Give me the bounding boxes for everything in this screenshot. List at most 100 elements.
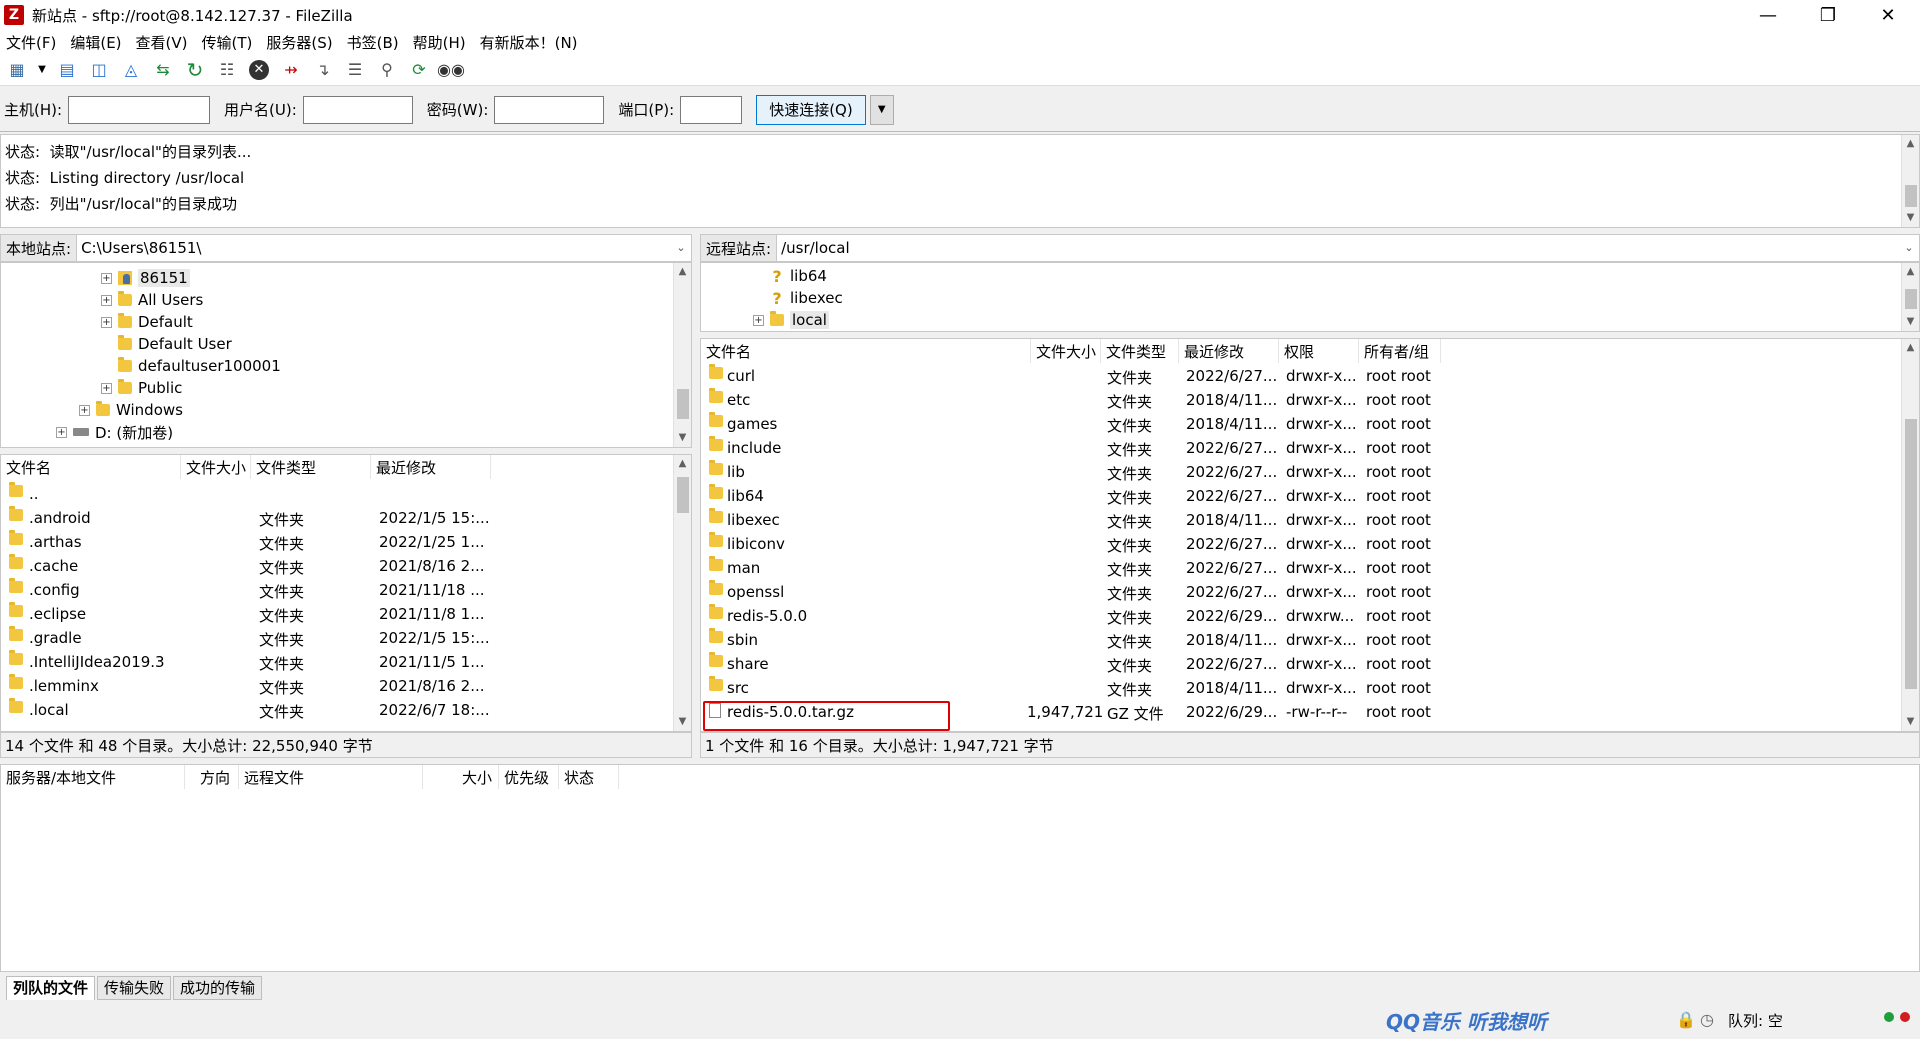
col-header-owner[interactable]: 所有者/组: [1359, 339, 1441, 363]
col-header-server-local-file[interactable]: 服务器/本地文件: [1, 765, 185, 789]
reconnect-icon[interactable]: ↴: [310, 57, 336, 83]
site-manager-icon[interactable]: ▦: [4, 57, 30, 83]
selection-highlight-box: [703, 701, 950, 731]
expand-icon[interactable]: +: [101, 294, 112, 306]
col-header-filetype[interactable]: 文件类型: [251, 455, 371, 479]
process-queue-icon[interactable]: ☷: [214, 57, 240, 83]
tree-item[interactable]: ? libexec: [753, 287, 842, 309]
local-list-scrollbar[interactable]: ▲ ▼: [673, 455, 691, 731]
folder-icon: [709, 388, 723, 403]
list-item[interactable]: openssl 文件夹 2022/6/27... drwxr-x... root roo…: [701, 580, 1901, 605]
tree-item[interactable]: + All Users: [101, 289, 203, 311]
tree-item[interactable]: Default User: [101, 333, 232, 355]
local-path-bar: 本地站点: C:\Users\86151\ ⌄: [0, 234, 692, 262]
menu-view[interactable]: 查看(V): [136, 32, 188, 53]
local-path-input[interactable]: C:\Users\86151\: [77, 235, 671, 261]
menu-help[interactable]: 帮助(H): [413, 32, 466, 53]
tree-item[interactable]: + D: (新加卷): [56, 421, 173, 443]
folder-icon: [9, 674, 23, 689]
tab-queued-files[interactable]: 列队的文件: [6, 976, 96, 1000]
list-item[interactable]: redis-5.0.0 文件夹 2022/6/29... drwxrw... root …: [701, 604, 1901, 629]
quickconnect-button[interactable]: 快速连接(Q): [756, 94, 866, 125]
sync-browsing-icon[interactable]: ⟳: [406, 57, 432, 83]
unknown-folder-icon: ?: [772, 266, 782, 286]
message-log: 状态: 读取"/usr/local"的目录列表... 状态: Listing d…: [0, 134, 1920, 228]
host-input[interactable]: [68, 95, 211, 124]
password-input[interactable]: [494, 95, 605, 124]
tree-item[interactable]: + local: [753, 309, 829, 331]
tree-item[interactable]: defaultuser100001: [101, 355, 281, 377]
local-tree-scrollbar[interactable]: ▲ ▼: [673, 263, 691, 447]
menu-server[interactable]: 服务器(S): [266, 32, 332, 53]
list-item[interactable]: lib 文件夹 2022/6/27... drwxr-x... root root: [701, 460, 1901, 485]
folder-icon: [9, 530, 23, 545]
expand-icon[interactable]: +: [101, 272, 112, 284]
col-header-remote-file[interactable]: 远程文件: [239, 765, 423, 789]
toggle-local-tree-icon[interactable]: ◫: [86, 57, 112, 83]
list-item[interactable]: libexec 文件夹 2018/4/11... drwxr-x... root roo…: [701, 508, 1901, 533]
expand-icon[interactable]: +: [101, 382, 112, 394]
col-header-filesize[interactable]: 文件大小: [1031, 339, 1101, 363]
maximize-button[interactable]: ❐: [1800, 0, 1856, 30]
minimize-button[interactable]: —: [1740, 0, 1796, 30]
menu-edit[interactable]: 编辑(E): [70, 32, 121, 53]
directory-listing-filters-icon[interactable]: ☰: [342, 57, 368, 83]
search-remote-files-icon[interactable]: ◉◉: [437, 57, 465, 83]
list-item[interactable]: curl 文件夹 2022/6/27... drwxr-x... root root: [701, 364, 1901, 389]
tree-item[interactable]: + Windows: [79, 399, 183, 421]
col-header-modified[interactable]: 最近修改: [1179, 339, 1279, 363]
tab-failed-transfers[interactable]: 传输失败: [97, 976, 172, 1000]
speed-limit-icon[interactable]: ◷: [1700, 1010, 1714, 1029]
toggle-queue-icon[interactable]: ⇆: [150, 57, 176, 83]
col-header-filetype[interactable]: 文件类型: [1101, 339, 1179, 363]
remote-path-input[interactable]: /usr/local: [777, 235, 1899, 261]
toggle-filter-icon[interactable]: ⚲: [374, 57, 400, 83]
disconnect-icon[interactable]: ⇸: [278, 57, 304, 83]
menu-transfer[interactable]: 传输(T): [202, 32, 253, 53]
remote-tree-scrollbar[interactable]: ▲ ▼: [1901, 263, 1919, 331]
list-item[interactable]: include 文件夹 2022/6/27... drwxr-x... root roo…: [701, 436, 1901, 461]
col-header-permissions[interactable]: 权限: [1279, 339, 1359, 363]
username-input[interactable]: [302, 95, 413, 124]
col-header-direction[interactable]: 方向: [185, 765, 239, 789]
tree-item[interactable]: + Default: [101, 311, 193, 333]
chevron-down-icon[interactable]: ⌄: [1899, 235, 1919, 261]
col-header-filename[interactable]: 文件名: [1, 455, 181, 479]
menu-new-version[interactable]: 有新版本！(N): [480, 32, 578, 53]
dropdown-arrow-icon[interactable]: ▼: [36, 57, 48, 83]
list-item[interactable]: man 文件夹 2022/6/27... drwxr-x... root root: [701, 556, 1901, 581]
expand-icon[interactable]: +: [753, 314, 764, 326]
menu-bookmarks[interactable]: 书签(B): [347, 32, 399, 53]
list-item[interactable]: sbin 文件夹 2018/4/11... drwxr-x... root root: [701, 628, 1901, 653]
list-item[interactable]: games 文件夹 2018/4/11... drwxr-x... root root: [701, 412, 1901, 437]
list-item[interactable]: src 文件夹 2018/4/11... drwxr-x... root root: [701, 676, 1901, 701]
chevron-down-icon[interactable]: ⌄: [671, 235, 691, 261]
col-header-filename[interactable]: 文件名: [701, 339, 1031, 363]
close-button[interactable]: ✕: [1860, 0, 1916, 30]
col-header-modified[interactable]: 最近修改: [371, 455, 491, 479]
menu-file[interactable]: 文件(F): [6, 32, 56, 53]
expand-icon[interactable]: +: [56, 426, 67, 438]
expand-icon[interactable]: +: [79, 404, 90, 416]
list-item[interactable]: share 文件夹 2022/6/27... drwxr-x... root root: [701, 652, 1901, 677]
toggle-log-icon[interactable]: ▤: [54, 57, 80, 83]
col-header-size[interactable]: 大小: [423, 765, 499, 789]
cancel-icon[interactable]: ✕: [246, 57, 272, 83]
col-header-priority[interactable]: 优先级: [499, 765, 559, 789]
expand-icon[interactable]: +: [101, 316, 112, 328]
toggle-remote-tree-icon[interactable]: ◬: [118, 57, 144, 83]
list-item[interactable]: etc 文件夹 2018/4/11... drwxr-x... root root: [701, 388, 1901, 413]
log-scrollbar[interactable]: ▲ ▼: [1901, 135, 1919, 227]
list-item[interactable]: lib64 文件夹 2022/6/27... drwxr-x... root root: [701, 484, 1901, 509]
col-header-status[interactable]: 状态: [559, 765, 619, 789]
tab-successful-transfers[interactable]: 成功的传输: [173, 976, 263, 1000]
quickconnect-history-dropdown[interactable]: ▼: [869, 94, 894, 125]
list-item[interactable]: libiconv 文件夹 2022/6/27... drwxr-x... root ro…: [701, 532, 1901, 557]
refresh-icon[interactable]: ↻: [182, 57, 208, 83]
remote-list-scrollbar[interactable]: ▲ ▼: [1901, 339, 1919, 731]
tree-item[interactable]: + Public: [101, 377, 182, 399]
tree-item[interactable]: + 86151: [101, 267, 190, 289]
tree-item[interactable]: ? lib64: [753, 265, 827, 287]
col-header-filesize[interactable]: 文件大小: [181, 455, 251, 479]
port-input[interactable]: [680, 95, 743, 124]
